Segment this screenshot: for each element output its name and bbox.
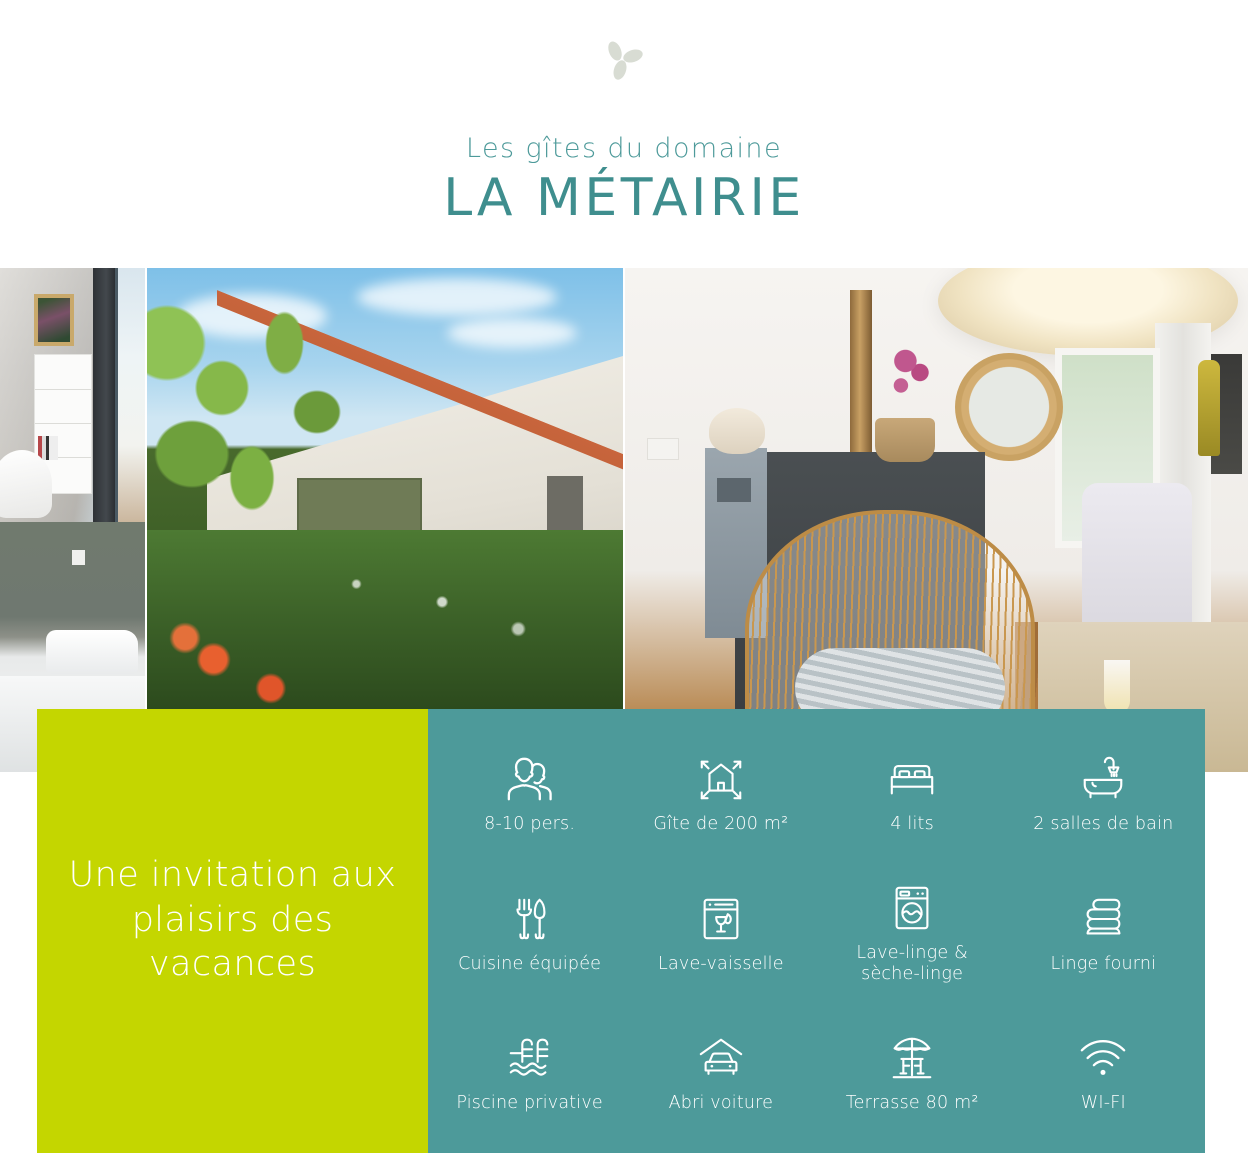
brand-pretitle: Les gîtes du domaine [466,133,782,164]
light-switch [647,438,679,460]
bathtub-icon [1074,754,1132,804]
feature-dishwasher[interactable]: Lave-vaisselle [625,864,816,1003]
feature-kitchen[interactable]: Cuisine équipée [434,864,625,1003]
house-resize-icon [692,754,750,804]
window [115,268,145,522]
photo-living-room [0,268,145,522]
leaf-flower-logo-icon [594,34,654,94]
feature-carport[interactable]: Abri voiture [625,1004,816,1143]
site-header: Les gîtes du domaine LA MÉTAIRIE [0,0,1248,268]
people-icon [501,754,559,804]
photo-house-exterior [147,268,623,710]
feature-label: WI-FI [1080,1093,1126,1113]
tagline-text: Une invitation aux plaisirs des vacances [68,854,397,985]
feature-wifi[interactable]: WI-FI [1008,1004,1199,1143]
bottle [1198,360,1220,456]
feature-label: Cuisine équipée [458,953,602,974]
books [38,436,58,460]
feature-label: Lave-vaisselle [658,953,784,974]
page-title: LA MÉTAIRIE [443,168,805,228]
bed-icon [883,754,941,804]
dishwasher-icon [692,894,750,944]
cutlery-icon [501,894,559,944]
pool-icon [501,1033,559,1083]
cloud [447,318,577,348]
feature-label: Gîte de 200 m² [653,814,789,835]
tagline-panel: Une invitation aux plaisirs des vacances [37,709,428,1153]
framed-picture [34,294,74,346]
feature-surface[interactable]: Gîte de 200 m² [625,725,816,864]
washing-machine-icon [883,883,941,933]
carport-icon [692,1033,750,1083]
light-switch [72,550,85,565]
armchair [0,450,52,518]
feature-linen[interactable]: Linge fourni [1008,864,1199,1003]
dining-chair [1082,483,1192,643]
feature-label: Lave-linge & sèche-linge [856,943,968,984]
feature-label: Abri voiture [668,1093,774,1113]
feature-beds[interactable]: 4 lits [817,725,1008,864]
feature-bathrooms[interactable]: 2 salles de bain [1008,725,1199,864]
photo-interior-lounge [625,268,1248,772]
feature-label: 4 lits [890,814,934,835]
woven-basket [875,418,935,462]
parasol-table-icon [883,1033,941,1083]
orchid-flowers [883,348,939,420]
stove-flue [850,290,872,466]
flower-garden [147,530,623,710]
photo-gallery [0,268,1248,772]
sunburst-mirror [955,353,1063,461]
feature-terrace[interactable]: Terrasse 80 m² [817,1004,1008,1143]
feature-label: Terrasse 80 m² [845,1093,979,1113]
feature-capacity[interactable]: 8-10 pers. [434,725,625,864]
pillow [46,630,138,674]
wine-glass [1104,660,1130,714]
feature-laundry[interactable]: Lave-linge & sèche-linge [817,864,1008,1003]
feature-label: 2 salles de bain [1033,814,1174,835]
wifi-icon [1074,1033,1132,1083]
feature-label: 8-10 pers. [484,814,576,835]
features-panel: 8-10 pers. Gîte de 200 m² 4 lits 2 salle… [428,709,1205,1153]
folded-linen-icon [1074,894,1132,944]
teddy-bear [709,408,765,454]
curtain [93,268,115,522]
foliage [147,268,397,568]
feature-label: Piscine privative [456,1093,603,1113]
feature-pool[interactable]: Piscine privative [434,1004,625,1143]
feature-label: Linge fourni [1050,953,1157,974]
